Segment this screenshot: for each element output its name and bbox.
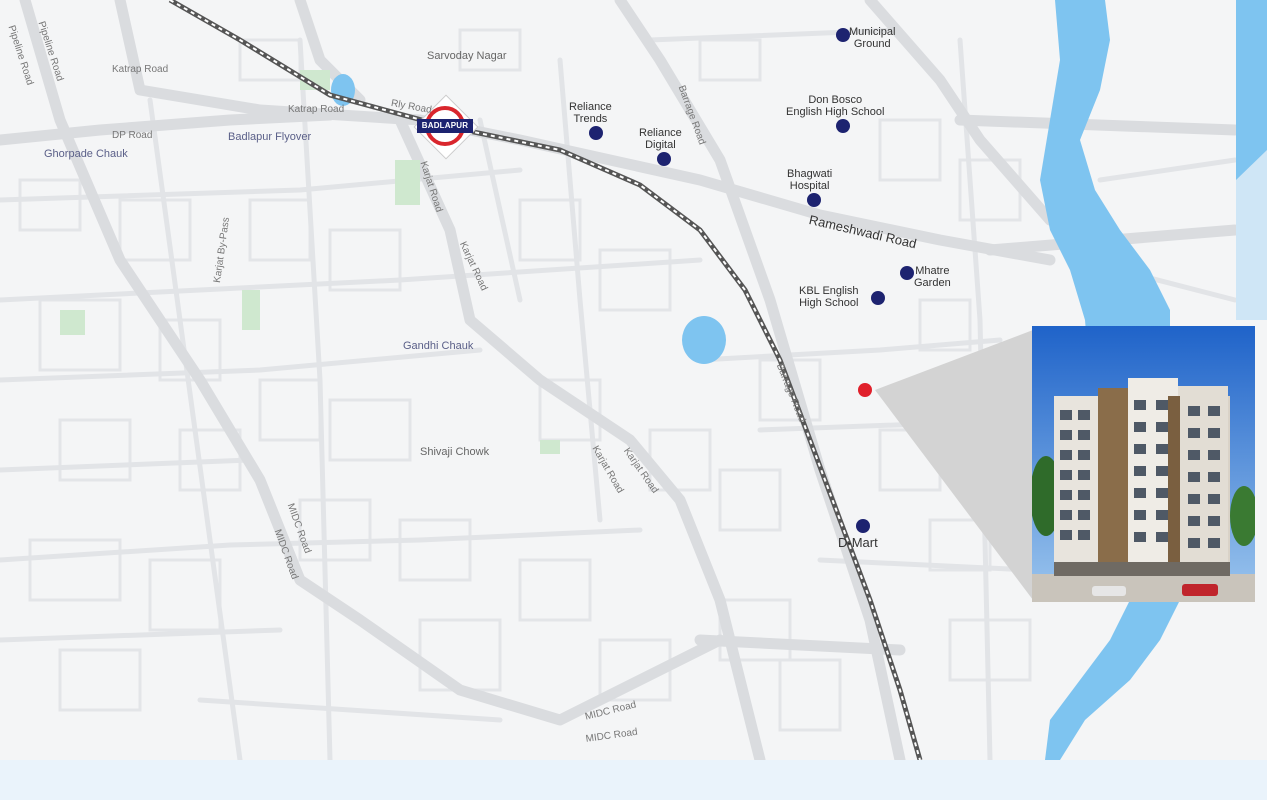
- poi-marker-municipal-ground[interactable]: [836, 28, 850, 42]
- river-edge-light: [1236, 150, 1267, 320]
- poi-label-bhagwati: Bhagwati Hospital: [787, 168, 833, 192]
- poi-marker-reliance-trends[interactable]: [589, 126, 603, 140]
- poi-marker-kbl[interactable]: [871, 291, 885, 305]
- project-site-marker[interactable]: [858, 383, 872, 397]
- poi-label-mhatre: Mhatre Garden: [914, 265, 951, 289]
- poi-label-reliance-digital: Reliance Digital: [639, 127, 682, 151]
- poi-marker-dmart[interactable]: [856, 519, 870, 533]
- poi-label-dmart: D-Mart: [838, 535, 878, 550]
- poi-label-reliance-trends: Reliance Trends: [569, 101, 612, 125]
- area-label-badlapur-flyover: Badlapur Flyover: [228, 131, 312, 143]
- station-label: BADLAPUR: [417, 119, 473, 133]
- poi-marker-reliance-digital[interactable]: [657, 152, 671, 166]
- area-label-shivaji: Shivaji Chowk: [420, 446, 490, 458]
- area-label-gandhi: Gandhi Chauk: [403, 340, 474, 352]
- poi-label-kbl: KBL English High School: [799, 285, 859, 309]
- road-label-dp: DP Road: [112, 130, 153, 141]
- area-label-ghorpade: Ghorpade Chauk: [44, 148, 128, 160]
- poi-marker-mhatre[interactable]: [900, 266, 914, 280]
- poi-marker-don-bosco[interactable]: [836, 119, 850, 133]
- area-label-sarvoday: Sarvoday Nagar: [427, 50, 507, 62]
- bottom-band: [0, 760, 1267, 800]
- road-label-katrap-2: Katrap Road: [288, 104, 345, 115]
- poi-label-municipal-ground: Municipal Ground: [849, 26, 896, 50]
- station-badge[interactable]: BADLAPUR: [417, 106, 473, 146]
- map-stage: BADLAPUR Sarvoday Nagar Badlapur Flyover…: [0, 0, 1267, 800]
- poi-marker-bhagwati[interactable]: [807, 193, 821, 207]
- poi-label-don-bosco: Don Bosco English High School: [786, 94, 885, 118]
- building-illustration: [1032, 326, 1255, 602]
- project-building-image[interactable]: [1032, 326, 1255, 602]
- road-label-katrap-1: Katrap Road: [112, 64, 169, 75]
